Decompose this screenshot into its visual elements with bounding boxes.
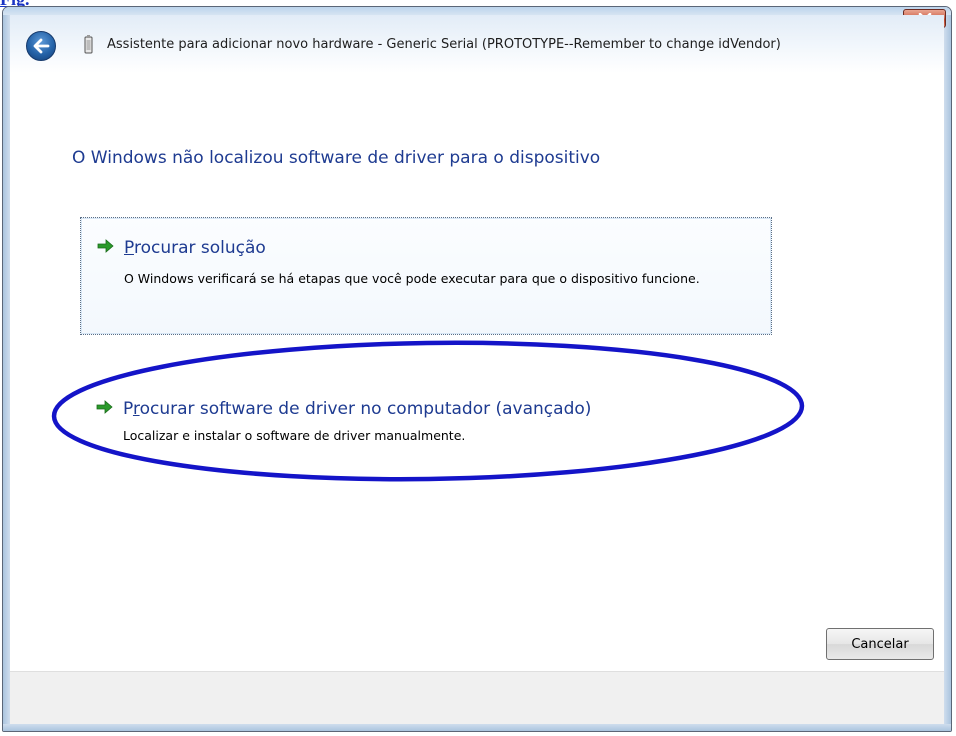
page-heading: O Windows não localizou software de driv… — [72, 148, 601, 168]
window-frame-left — [3, 15, 10, 731]
option-search-solution-title-rest: rocurar solução — [133, 238, 266, 258]
cancel-button[interactable]: Cancelar — [826, 628, 934, 660]
window-frame-top — [3, 7, 951, 15]
window-frame-right — [944, 15, 951, 731]
option-browse-driver-title: Procurar software de driver no computado… — [123, 399, 591, 419]
green-arrow-icon — [96, 400, 113, 414]
option-search-solution[interactable]: Procurar solução O Windows verificará se… — [80, 217, 772, 335]
window-title: Assistente para adicionar novo hardware … — [107, 37, 781, 52]
option-browse-driver-description: Localizar e instalar o software de drive… — [123, 428, 466, 443]
option-search-solution-mnemonic: P — [124, 238, 134, 258]
back-arrow-icon — [33, 38, 50, 54]
option-browse-driver-mnemonic: r — [132, 399, 140, 419]
option-browse-driver-title-rest: ocurar software de driver no computador … — [139, 399, 592, 419]
window-frame-bottom — [3, 724, 951, 731]
wizard-window: Assistente para adicionar novo hardware … — [2, 6, 952, 732]
usb-device-icon — [84, 35, 93, 54]
option-search-solution-title: Procurar solução — [124, 238, 266, 258]
wizard-footer — [10, 671, 944, 724]
option-browse-driver[interactable]: Procurar software de driver no computado… — [80, 385, 772, 445]
wizard-header: Assistente para adicionar novo hardware … — [10, 15, 944, 73]
back-button[interactable] — [26, 31, 56, 61]
option-browse-driver-title-first: P — [123, 399, 133, 419]
option-search-solution-description: O Windows verificará se há etapas que vo… — [124, 271, 700, 286]
green-arrow-icon — [97, 239, 114, 253]
wizard-client-area: Assistente para adicionar novo hardware … — [10, 15, 944, 724]
